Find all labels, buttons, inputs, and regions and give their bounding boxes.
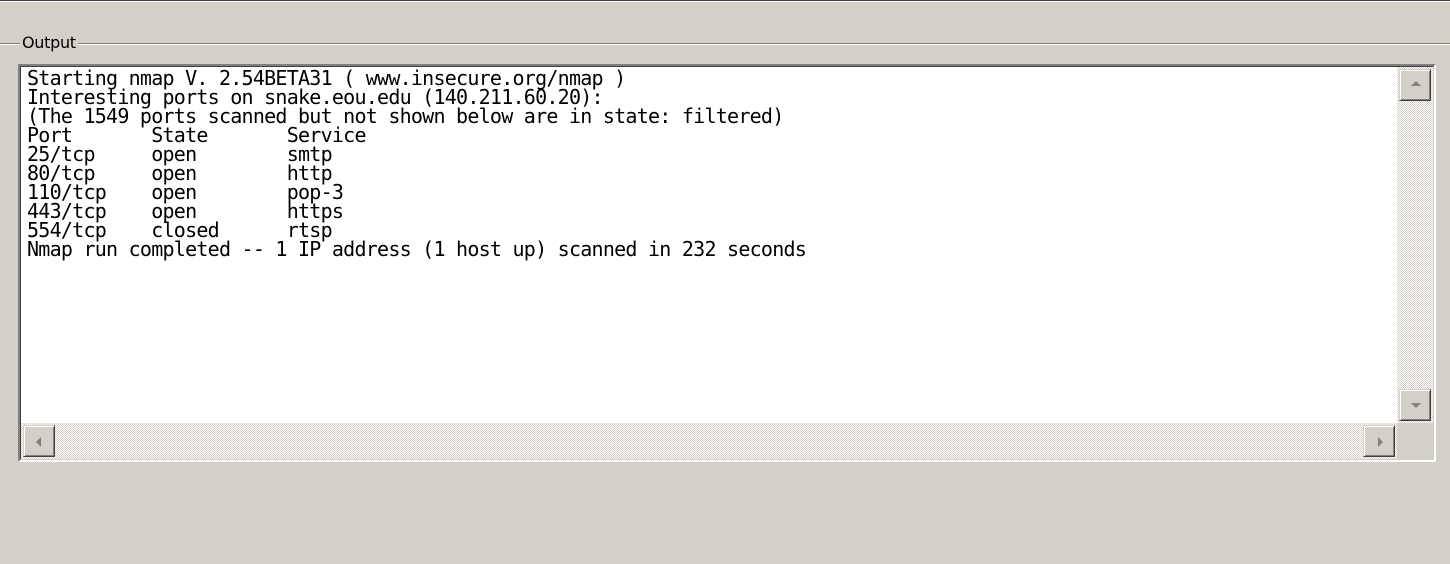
output-line: Nmap run completed -- 1 IP address (1 ho… — [27, 237, 807, 261]
horizontal-scrollbar[interactable] — [21, 423, 1397, 459]
scroll-down-arrow-icon — [1411, 403, 1421, 408]
scroll-up-button[interactable] — [1399, 69, 1431, 101]
scroll-right-button[interactable] — [1363, 425, 1395, 457]
output-textarea[interactable]: Starting nmap V. 2.54BETA31 ( www.insecu… — [18, 64, 1436, 462]
output-text[interactable]: Starting nmap V. 2.54BETA31 ( www.insecu… — [27, 69, 1397, 439]
scroll-down-button[interactable] — [1399, 389, 1431, 421]
output-groupbox-label: Output — [20, 33, 78, 53]
window-top-highlight — [0, 1, 1450, 2]
groupbox-left-edge — [0, 43, 12, 44]
scroll-left-arrow-icon — [36, 437, 41, 447]
scroll-left-button[interactable] — [23, 425, 55, 457]
scroll-right-arrow-icon — [1378, 437, 1383, 447]
scroll-up-arrow-icon — [1411, 81, 1421, 86]
vertical-scrollbar[interactable] — [1397, 67, 1433, 423]
scrollbar-corner — [1397, 423, 1433, 459]
output-textarea-inner: Starting nmap V. 2.54BETA31 ( www.insecu… — [20, 66, 1434, 460]
